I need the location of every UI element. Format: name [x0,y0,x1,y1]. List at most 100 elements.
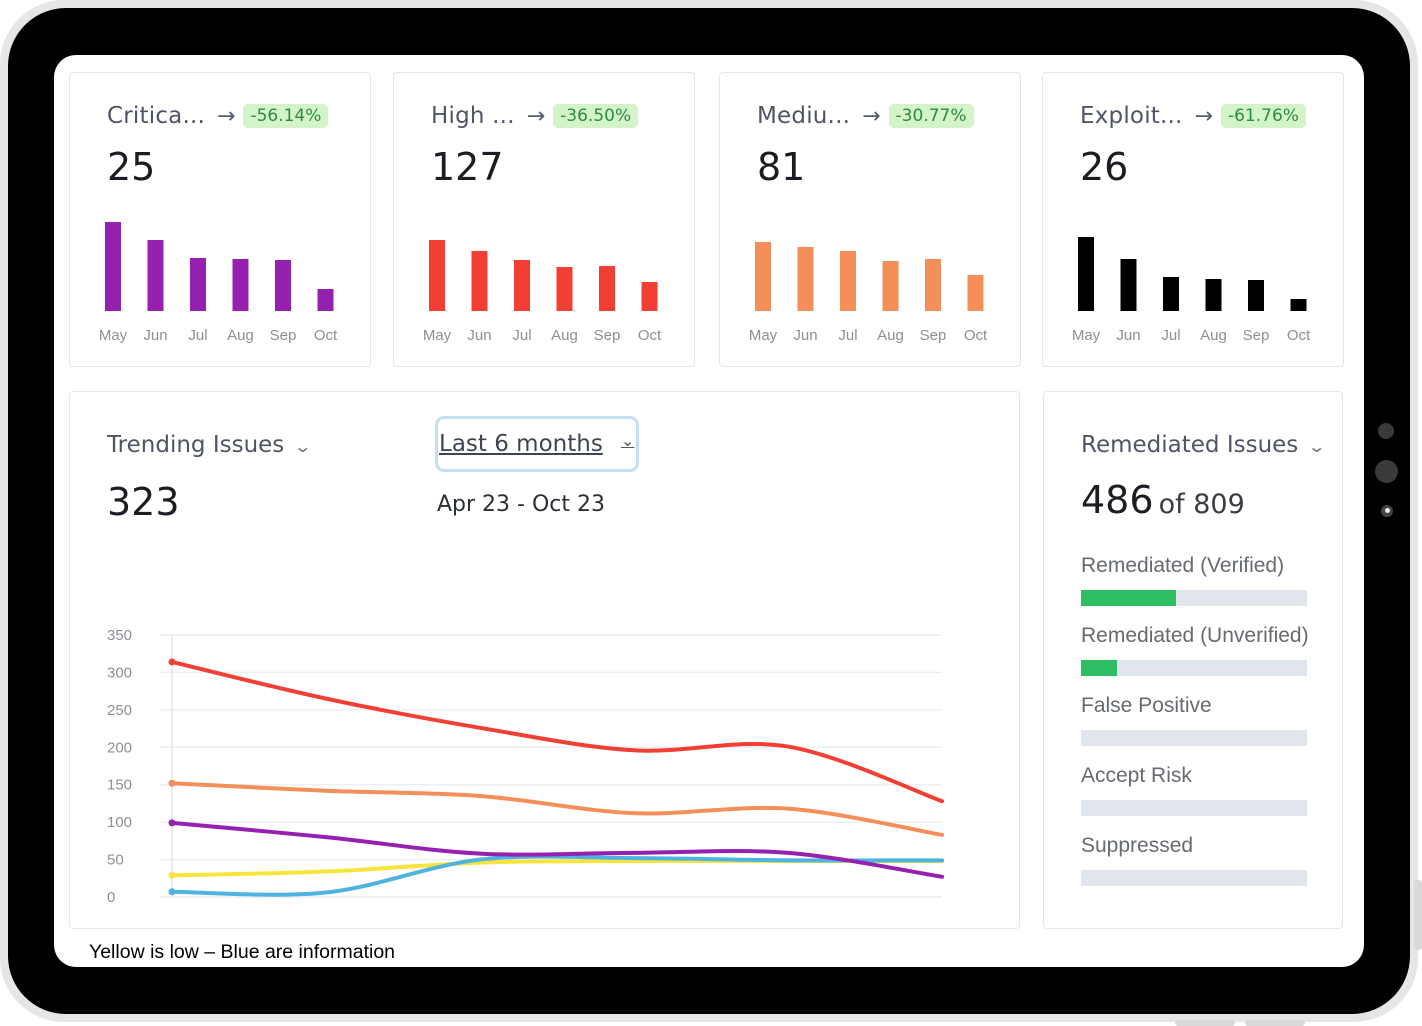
kpi-mini-bar-chart: May Jun Jul Aug Sep Oct [423,240,662,344]
series-point-medium [168,779,176,787]
month-label: Jul [1161,327,1180,344]
kpi-mini-bar-chart: May Jun Jul Aug Sep Oct [99,222,338,344]
month-label: Oct [314,327,338,344]
bar-oct [967,275,984,311]
remediated-issues-dropdown[interactable]: Remediated Issues ⌄ [1081,432,1327,458]
trending-line-chart: 050100150200250300350May 23Jun 23Jul 23A… [107,627,944,906]
remediation-progress-bar [1081,800,1307,816]
remediation-status-label: Remediated (Unverified) [1081,624,1309,647]
month-label: Jul [188,327,207,344]
time-range-value: Last 6 months [439,431,603,457]
remediation-status-label: False Positive [1081,694,1212,717]
remediation-progress-bar [1081,660,1307,676]
series-point-information [168,888,176,896]
bar-aug [882,261,899,311]
bar-sep [275,260,291,311]
month-label: Sep [920,327,947,344]
y-tick-label: 300 [107,664,132,681]
change-badge: -36.50% [553,104,639,128]
trending-issues-total: 323 [107,480,180,524]
arrow-right-icon: → [862,103,881,129]
kpi-card[interactable]: Exploit... → -61.76% 26 May Jun Jul Aug Sep O… [1042,72,1344,367]
series-line-high [170,659,944,804]
side-button [1414,880,1422,950]
bar-sep [925,259,941,311]
chevron-down-icon: ⌄ [621,431,635,450]
bar-may [429,240,445,311]
kpi-title: High ... [431,103,515,129]
month-label: Sep [270,327,297,344]
month-label: May [99,327,128,344]
arrow-right-icon: → [217,103,236,129]
month-label: Jul [838,327,857,344]
month-label: Aug [877,327,904,344]
progress-fill [1081,660,1118,676]
series-point-critical [168,819,176,827]
month-label: Aug [227,327,254,344]
remediation-status-label: Suppressed [1081,834,1194,857]
arrow-right-icon: → [1194,103,1213,129]
remediated-total: of 809 [1158,489,1245,520]
bar-jul [840,251,856,311]
bar-aug [556,267,573,311]
month-label: May [423,327,452,344]
camera-icon [1381,505,1393,517]
sensor-icon [1378,423,1394,439]
month-label: Jun [793,327,817,344]
bar-may [1078,237,1094,311]
series-point-low [168,871,176,879]
month-label: Sep [594,327,621,344]
y-tick-label: 250 [107,702,132,719]
remediated-issues-title: Remediated Issues [1081,432,1299,458]
legend-caption: Yellow is low – Blue are information [89,941,396,963]
kpi-value: 25 [107,145,156,189]
kpi-mini-bar-chart: May Jun Jul Aug Sep Oct [1072,237,1311,344]
bar-oct [641,282,658,311]
chevron-down-icon: ⌄ [1307,437,1327,456]
bar-may [755,242,771,311]
trending-issues-panel: Trending Issues ⌄ 323 Last 6 months ⌄ Apr… [69,391,1020,929]
y-tick-label: 200 [107,739,132,756]
bar-jun [1120,259,1137,311]
remediation-progress-bar [1081,730,1307,746]
bar-sep [599,266,615,311]
kpi-card[interactable]: Critica... → -56.14% 25 May Jun Jul Aug Sep O… [69,72,371,367]
kpi-card[interactable]: High ... → -36.50% 127 May Jun Jul Aug Sep Oc… [393,72,695,367]
bar-jul [514,260,530,311]
bar-jun [471,251,488,311]
kpi-card[interactable]: Mediu... → -30.77% 81 May Jun Jul Aug Sep Oct [719,72,1021,367]
month-label: Sep [1243,327,1270,344]
series-line-critical [170,820,944,879]
y-tick-label: 50 [107,852,124,869]
month-label: Jul [512,327,531,344]
bar-oct [1290,299,1307,311]
trending-issues-dropdown[interactable]: Trending Issues ⌄ [107,432,312,458]
kpi-value: 127 [431,145,504,189]
kpi-value: 26 [1080,145,1129,189]
series-line-low [170,858,944,878]
date-range-text: Apr 23 - Oct 23 [437,492,605,517]
bar-jun [797,247,814,311]
month-label: Aug [1200,327,1227,344]
bar-jul [1163,277,1179,311]
month-label: Oct [638,327,662,344]
progress-fill [1081,590,1176,606]
y-tick-label: 100 [107,814,132,831]
month-label: Jun [467,327,491,344]
month-label: May [1072,327,1101,344]
bar-sep [1248,280,1264,311]
time-range-select[interactable]: Last 6 months ⌄ [435,416,639,472]
bar-jun [147,240,164,311]
bar-aug [1205,279,1222,311]
month-label: Jun [143,327,167,344]
dashboard-screen: Critica... → -56.14% 25 May Jun Jul Aug Sep O… [54,55,1364,967]
sensor-icon [1375,460,1398,483]
month-label: Oct [1287,327,1311,344]
month-label: Oct [964,327,988,344]
month-label: Aug [551,327,578,344]
remediation-progress-bar [1081,590,1307,606]
bar-aug [232,259,249,311]
change-badge: -61.76% [1220,104,1306,128]
remediation-status-label: Accept Risk [1081,764,1192,787]
y-tick-label: 150 [107,777,132,794]
